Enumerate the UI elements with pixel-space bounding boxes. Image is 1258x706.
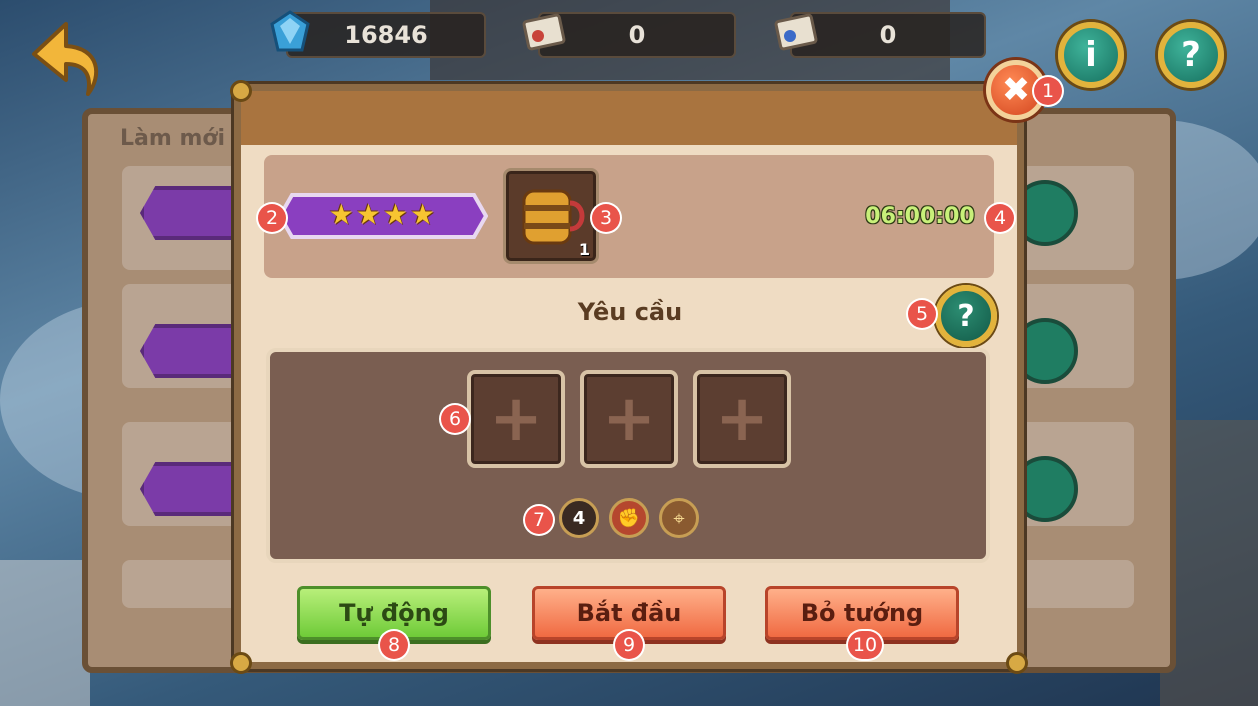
reward-item-slot[interactable]: 1 xyxy=(503,168,599,264)
level-4-icon[interactable]: 4 xyxy=(559,498,599,538)
letter-icon xyxy=(774,13,818,51)
remove-hero-button-label: Bỏ tướng xyxy=(800,599,924,627)
background-character xyxy=(0,560,90,706)
marker-2: 2 xyxy=(258,204,286,232)
marker-8: 8 xyxy=(380,631,408,659)
hero-slot-1[interactable]: + xyxy=(467,370,565,468)
letter-icon xyxy=(522,13,566,51)
marker-3: 3 xyxy=(592,204,620,232)
info-icon: i xyxy=(1085,35,1097,75)
corner-ornament-icon xyxy=(230,652,252,674)
auto-button-label: Tự động xyxy=(339,599,449,627)
letter-count-2: 0 xyxy=(879,21,897,49)
marker-7: 7 xyxy=(525,506,553,534)
marker-1: 1 xyxy=(1034,77,1062,105)
refresh-label: Làm mới xyxy=(120,126,226,151)
add-icon: + xyxy=(602,382,656,456)
dialog-header xyxy=(241,91,1017,145)
marker-10: 10 xyxy=(848,631,882,659)
letter-counter-2: 0 xyxy=(790,12,986,58)
hero-slot-3[interactable]: + xyxy=(693,370,791,468)
fist-icon[interactable]: ✊ xyxy=(609,498,649,538)
info-button[interactable]: i xyxy=(1058,22,1124,88)
back-arrow-icon[interactable] xyxy=(28,18,104,98)
reward-item-count: 1 xyxy=(578,240,590,259)
add-icon: + xyxy=(715,382,769,456)
help-button[interactable]: ? xyxy=(1158,22,1224,88)
start-button-label: Bắt đầu xyxy=(576,599,682,627)
letter-count-1: 0 xyxy=(628,21,646,49)
add-icon: + xyxy=(489,382,543,456)
question-icon: ? xyxy=(957,298,975,334)
hero-slot-2[interactable]: + xyxy=(580,370,678,468)
mission-timer: 06:00:00 xyxy=(865,204,975,229)
gem-icon xyxy=(270,10,310,52)
close-icon: ✖ xyxy=(1001,70,1031,110)
gem-count: 16846 xyxy=(344,21,428,49)
requirement-title: Yêu cầu xyxy=(577,298,683,326)
gem-counter: 16846 xyxy=(286,12,486,58)
corner-ornament-icon xyxy=(230,80,252,102)
target-icon[interactable]: ⌖ xyxy=(659,498,699,538)
requirement-help-button[interactable]: ? xyxy=(935,285,997,347)
help-icon: ? xyxy=(1181,35,1201,75)
marker-6: 6 xyxy=(441,405,469,433)
marker-4: 4 xyxy=(986,204,1014,232)
corner-ornament-icon xyxy=(1006,652,1028,674)
star-rating: ★★★★ xyxy=(328,198,438,231)
letter-counter-1: 0 xyxy=(538,12,736,58)
marker-5: 5 xyxy=(908,300,936,328)
marker-9: 9 xyxy=(615,631,643,659)
